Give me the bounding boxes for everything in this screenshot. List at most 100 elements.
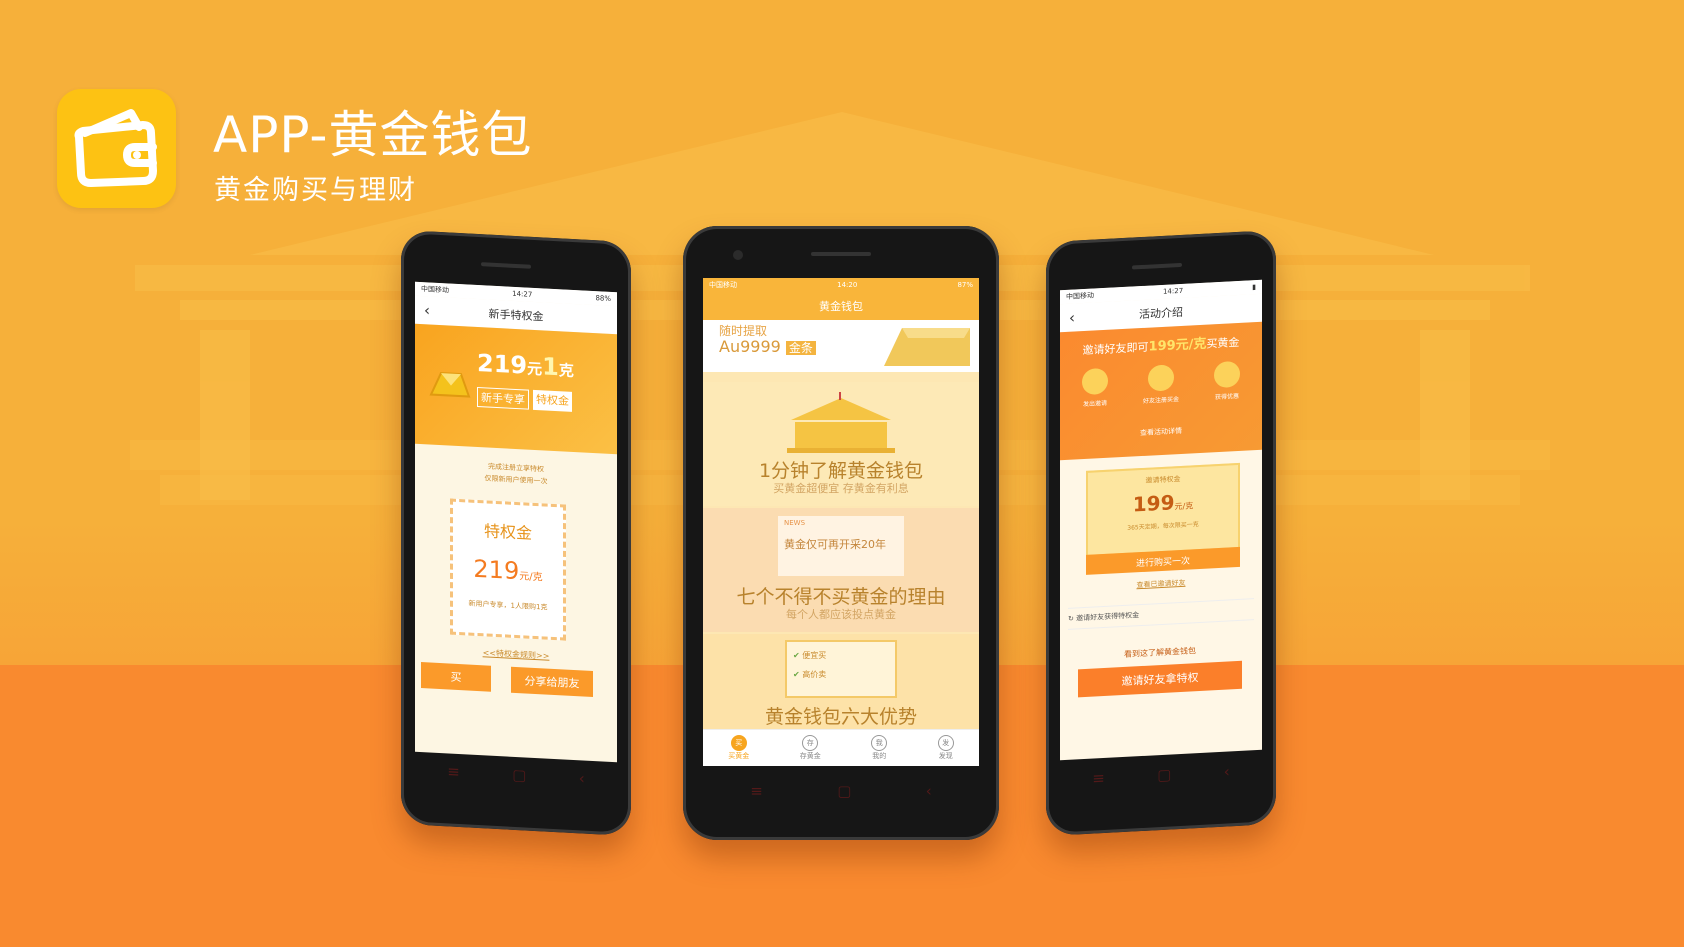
learn-link[interactable]: 看到这了解黄金钱包 (1080, 643, 1240, 662)
back-icon[interactable]: ‹ (1069, 309, 1075, 327)
tab-discover[interactable]: 发发现 (937, 735, 954, 761)
hero-line2: Au9999 金条 (719, 337, 816, 356)
list-item-text: 邀请好友获得特权金 (1076, 611, 1140, 623)
card-note: 365天定期，每次限买一克 (1127, 521, 1199, 532)
tab-bar: 买买黄金 存存黄金 我我的 发发现 (703, 729, 979, 766)
status-bar: 中国移动 14:20 87% (703, 278, 979, 292)
step-link[interactable]: 查看活动详情 (1060, 422, 1262, 443)
phone-center-screen: 中国移动 14:20 87% 黄金钱包 随时提取 Au9999 金条 1分钟了解… (703, 278, 979, 766)
banner-qty-unit: 克 (558, 361, 574, 381)
buy-icon: 买 (730, 735, 747, 751)
status-battery: 87% (957, 281, 973, 289)
status-carrier: 中国移动 (421, 285, 449, 295)
menu-key-icon[interactable]: ≡ (447, 762, 460, 781)
gold-bar-icon (884, 328, 970, 366)
home-key-icon[interactable]: ▢ (837, 782, 851, 800)
home-key-icon[interactable]: ▢ (1157, 765, 1171, 784)
speaker-grille (811, 252, 871, 256)
gold-icon (1214, 360, 1240, 389)
banner-pre: 邀请好友即可 (1082, 340, 1149, 358)
share-button[interactable]: 分享给朋友 (511, 666, 593, 698)
invite-link[interactable]: 查看已邀请好友 (1060, 574, 1262, 595)
checklist-card: ✔ 便宜买 ✔ 高价卖 (785, 640, 897, 698)
banner-line: 邀请好友即可199元/克买黄金 (1060, 330, 1262, 360)
camera-icon (733, 250, 743, 260)
tag-newbie: 新手专享 (477, 386, 529, 410)
invite-banner: 邀请好友即可199元/克买黄金 发出邀请 好友注册买金 获得优惠 查看活动详情 (1060, 321, 1262, 461)
tab-label: 存黄金 (799, 752, 821, 760)
hero-code: Au9999 (719, 337, 781, 356)
profile-icon: 我 (871, 735, 888, 751)
hardware-keys: ≡ ▢ ‹ (713, 782, 969, 800)
status-time: 14:20 (837, 281, 858, 289)
check-icon: ✔ (793, 651, 800, 660)
hardware-keys: ≡ ▢ ‹ (1066, 761, 1256, 789)
hero-banner: 随时提取 Au9999 金条 (703, 320, 979, 372)
discover-icon: 发 (937, 735, 954, 751)
buy-button[interactable]: 买 (421, 662, 491, 692)
banner-price: 199元/克 (1148, 336, 1207, 355)
status-carrier: 中国移动 (709, 281, 737, 289)
banner-post: 买黄金 (1206, 335, 1240, 351)
phone-left-screen: 中国移动 14:27 88% ‹ 新手特权金 219元1克 新手专享 特权金 完… (415, 281, 617, 763)
privilege-card: 特权金 219元/克 新用户专享，1人限购1克 (450, 498, 566, 641)
nav-title: 活动介绍 (1139, 305, 1183, 322)
step-3: 获得优惠 (1202, 360, 1252, 402)
card-title: 特权金 (483, 521, 532, 543)
bank-building-icon (787, 392, 895, 453)
back-key-icon[interactable]: ‹ (579, 769, 585, 787)
check-item-2: ✔ 高价卖 (793, 669, 889, 680)
card-unit: 元/克 (1174, 501, 1194, 512)
menu-key-icon[interactable]: ≡ (750, 782, 763, 800)
step-label: 好友注册买金 (1142, 396, 1179, 405)
status-carrier: 中国移动 (1066, 291, 1094, 301)
tile-intro[interactable]: 1分钟了解黄金钱包 买黄金超便宜 存黄金有利息 (703, 382, 979, 506)
banner-qty: 1 (542, 352, 559, 382)
card-label: 邀请特权金 (1145, 474, 1181, 485)
back-key-icon[interactable]: ‹ (926, 782, 932, 800)
invite-button[interactable]: 邀请好友拿特权 (1078, 660, 1242, 698)
hero-tag: 金条 (785, 341, 816, 355)
tab-label: 发现 (938, 752, 953, 760)
home-key-icon[interactable]: ▢ (512, 766, 526, 785)
banner-price-line: 219元1克 (477, 349, 574, 382)
tile2-sub: 每个人都应该投点黄金 (786, 608, 896, 621)
banner-unit: 元 (527, 359, 543, 379)
card-unit: 元/克 (519, 571, 543, 584)
step-label: 发出邀请 (1082, 399, 1107, 409)
status-battery: 88% (595, 294, 611, 303)
rules-link[interactable]: <<特权金规则>> (415, 644, 617, 666)
tile3-title: 黄金钱包六大优势 (764, 706, 917, 728)
invite-list-item: ↻ 邀请好友获得特权金 (1068, 598, 1254, 630)
step-2: 好友注册买金 (1136, 364, 1186, 406)
status-time: 14:27 (512, 289, 533, 299)
back-icon[interactable]: ‹ (424, 301, 430, 319)
tile-reasons[interactable]: NEWS 黄金仅可再开采20年 七个不得不买黄金的理由 每个人都应该投点黄金 (703, 508, 979, 632)
check-label-1: 便宜买 (802, 651, 827, 660)
card-price: 199 (1132, 490, 1175, 517)
phone-right-screen: 中国移动 14:27 ▮ ‹ 活动介绍 邀请好友即可199元/克买黄金 发出邀请… (1060, 279, 1262, 761)
app-title: APP-黄金钱包 (213, 106, 533, 164)
refresh-icon: ↻ (1068, 614, 1074, 623)
app-icon (57, 89, 176, 208)
card-price: 219 (473, 554, 520, 586)
card-note: 新用户专享，1人限购1克 (468, 599, 548, 612)
news-headline: 黄金仅可再开采20年 (784, 538, 886, 551)
step-1: 发出邀请 (1070, 367, 1120, 409)
phone-center: 中国移动 14:20 87% 黄金钱包 随时提取 Au9999 金条 1分钟了解… (683, 226, 999, 840)
check-icon: ✔ (793, 670, 800, 679)
tab-buy-gold[interactable]: 买买黄金 (728, 735, 749, 761)
nav-title: 新手特权金 (488, 307, 544, 324)
wallet-icon (74, 109, 157, 187)
battery-icon: ▮ (1252, 283, 1256, 292)
invite-icon (1082, 367, 1108, 396)
back-key-icon[interactable]: ‹ (1224, 762, 1230, 780)
tab-mine[interactable]: 我我的 (871, 735, 888, 761)
menu-key-icon[interactable]: ≡ (1092, 769, 1105, 788)
banner-price: 219 (477, 348, 528, 380)
status-time: 14:27 (1162, 286, 1184, 296)
speaker-grille (1132, 262, 1182, 270)
tab-deposit-gold[interactable]: 存存黄金 (800, 735, 821, 761)
step-label: 获得优惠 (1214, 392, 1239, 402)
news-card: NEWS 黄金仅可再开采20年 (778, 516, 904, 576)
